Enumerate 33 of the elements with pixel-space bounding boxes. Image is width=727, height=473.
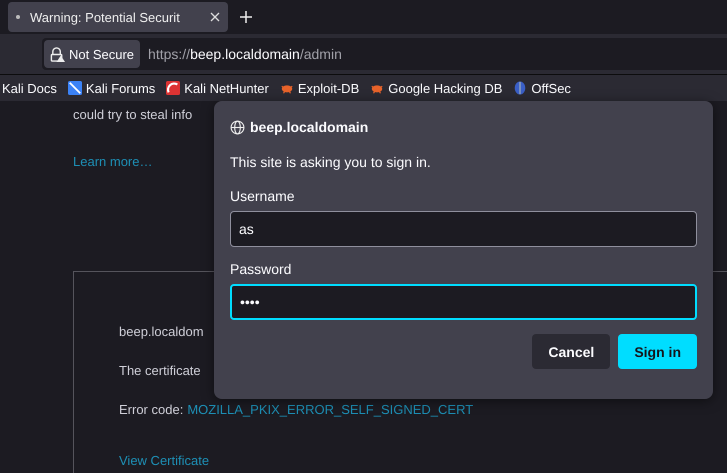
- field-label: Username: [230, 188, 295, 204]
- field-label: Password: [230, 261, 292, 277]
- bookmark-icon: [513, 81, 528, 95]
- bookmark-icon: [68, 81, 82, 95]
- bookmark-item[interactable]: Kali Docs: [2, 80, 57, 96]
- bookmark-item[interactable]: OffSec: [513, 80, 571, 96]
- bookmark-item[interactable]: Google Hacking DB: [370, 80, 502, 96]
- input-field[interactable]: as: [230, 211, 697, 247]
- globe-icon: [230, 120, 245, 134]
- body-text: could try to steal info: [73, 107, 192, 122]
- view-certificate-link[interactable]: View Certificate: [119, 453, 210, 468]
- address-bar[interactable]: Not Secure https://beep.localdomain/admin: [42, 38, 727, 70]
- error-text: The certificate: [119, 363, 201, 378]
- url-text: https://beep.localdomain/admin: [148, 46, 342, 62]
- bookmark-item[interactable]: Kali Forums: [68, 80, 156, 96]
- error-code-label: Error code:: [119, 402, 184, 417]
- new-tab-icon[interactable]: [240, 11, 252, 23]
- tab-dot-icon: [16, 15, 20, 19]
- bookmark-item[interactable]: Exploit-DB: [280, 80, 360, 96]
- dialog-title: beep.localdomain: [250, 119, 368, 135]
- cancel-button[interactable]: Cancel: [532, 334, 610, 369]
- bookmark-item[interactable]: Kali NetHunter: [166, 80, 269, 96]
- error-text: beep.localdom: [119, 324, 204, 339]
- dialog-message: This site is asking you to sign in.: [230, 154, 432, 170]
- learn-more-link[interactable]: Learn more…: [73, 154, 152, 169]
- error-code-link[interactable]: MOZILLA_PKIX_ERROR_SELF_SIGNED_CERT: [187, 402, 474, 417]
- input-field[interactable]: ••••: [230, 284, 697, 320]
- close-icon[interactable]: [210, 12, 220, 22]
- browser-tab[interactable]: Warning: Potential Securit: [8, 2, 228, 32]
- bookmark-icon: [166, 81, 180, 95]
- lock-warning-icon: [50, 46, 65, 62]
- sign-in-button[interactable]: Sign in: [618, 334, 697, 369]
- not-secure-badge[interactable]: Not Secure: [44, 40, 140, 68]
